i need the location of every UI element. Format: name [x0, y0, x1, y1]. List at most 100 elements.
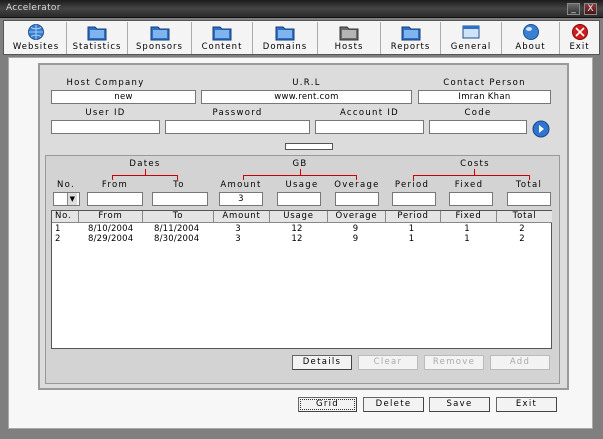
url-field[interactable]: www.rent.com	[201, 90, 412, 104]
cell-row2-overage[interactable]: 9	[328, 234, 383, 245]
toolbar-domains[interactable]: Domains	[253, 22, 318, 54]
usage-label: Usage	[285, 180, 319, 190]
toolbar-websites[interactable]: Websites	[6, 22, 67, 54]
window-title: Accelerator	[6, 3, 61, 13]
host-company-field[interactable]: new	[51, 90, 196, 104]
close-window-button[interactable]: X	[584, 3, 597, 15]
cell-row2-no[interactable]: 2	[55, 234, 61, 245]
from-label: From	[101, 180, 129, 190]
total-field[interactable]	[507, 192, 551, 206]
folder-stats-icon	[87, 26, 107, 41]
user-id-label: User ID	[85, 108, 126, 118]
to-date-field[interactable]	[152, 192, 208, 206]
toolbar-label-exit: Exit	[569, 42, 590, 52]
toolbar-label-sponsors: Sponsors	[136, 42, 183, 52]
cell-row2-usage[interactable]: 12	[272, 234, 322, 245]
col-header-period[interactable]: Period	[386, 211, 441, 223]
toolbar-label-hosts: Hosts	[334, 42, 364, 52]
details-button[interactable]: Details	[292, 355, 352, 370]
code-label: Code	[464, 108, 492, 118]
cell-row2-fixed[interactable]: 1	[441, 234, 493, 245]
save-button[interactable]: Save	[429, 397, 490, 412]
main-toolbar: Websites Statistics Sponsors Content Dom…	[3, 20, 600, 55]
from-date-field[interactable]	[87, 192, 143, 206]
col-header-overage[interactable]: Overage	[328, 211, 386, 223]
folder-content-icon	[212, 26, 232, 41]
col-header-total[interactable]: Total	[497, 211, 552, 223]
period-field[interactable]	[392, 192, 436, 206]
chevron-down-icon[interactable]: ▼	[67, 193, 77, 205]
account-id-label: Account ID	[339, 108, 400, 118]
remove-button[interactable]: Remove	[424, 355, 484, 370]
minimize-button[interactable]: _	[567, 3, 580, 15]
password-label: Password	[212, 108, 263, 118]
dates-group-label: Dates	[129, 159, 161, 169]
amount-field[interactable]: 3	[219, 192, 263, 206]
folder-sponsors-icon	[150, 26, 169, 41]
gb-group-label: GB	[292, 159, 308, 169]
contact-person-field[interactable]: Imran Khan	[418, 90, 551, 104]
costs-group-label: Costs	[460, 159, 490, 169]
total-label: Total	[515, 180, 543, 190]
cell-row2-period[interactable]: 1	[386, 234, 437, 245]
folder-domains-icon	[275, 26, 295, 41]
folder-hosts-icon	[339, 26, 359, 41]
toolbar-hosts[interactable]: Hosts	[318, 22, 381, 54]
delete-button[interactable]: Delete	[363, 397, 424, 412]
fixed-field[interactable]	[449, 192, 493, 206]
contact-person-label: Contact Person	[443, 78, 526, 88]
col-header-fixed[interactable]: Fixed	[441, 211, 497, 223]
progress-indicator	[285, 143, 333, 150]
host-company-label: Host Company	[66, 78, 145, 88]
url-label: U.R.L	[292, 78, 321, 88]
cell-row2-from[interactable]: 8/29/2004	[88, 234, 133, 245]
billing-table[interactable]: No. From To Amount Usage Overage Period …	[51, 210, 552, 349]
toolbar-about[interactable]: About	[502, 22, 560, 54]
toolbar-sponsors[interactable]: Sponsors	[128, 22, 192, 54]
no-select[interactable]: ▼	[53, 192, 80, 206]
toolbar-label-general: General	[450, 42, 492, 52]
globe-icon	[28, 24, 44, 40]
folder-reports-icon	[401, 26, 420, 41]
amount-label: Amount	[220, 180, 262, 190]
toolbar-label-about: About	[515, 42, 546, 52]
no-label: No.	[56, 180, 75, 190]
grid-button[interactable]: Grid	[298, 397, 357, 412]
add-button[interactable]: Add	[490, 355, 550, 370]
account-id-field[interactable]	[315, 120, 424, 134]
col-header-usage[interactable]: Usage	[270, 211, 328, 223]
go-arrow-icon[interactable]	[532, 120, 550, 138]
cell-row2-amount[interactable]: 3	[214, 234, 262, 245]
col-header-amount[interactable]: Amount	[214, 211, 270, 223]
globe-about-icon	[522, 24, 539, 40]
application-window: Accelerator _ X Websites Statistics Spon…	[0, 0, 603, 439]
usage-field[interactable]	[277, 192, 321, 206]
toolbar-label-reports: Reports	[390, 42, 431, 52]
toolbar-content[interactable]: Content	[192, 22, 253, 54]
stop-icon	[571, 24, 588, 40]
toolbar-label-statistics: Statistics	[72, 42, 122, 52]
window-icon	[462, 25, 480, 39]
col-header-to[interactable]: To	[143, 211, 214, 223]
toolbar-label-websites: Websites	[12, 42, 60, 52]
col-header-from[interactable]: From	[79, 211, 143, 223]
col-header-no[interactable]: No.	[52, 211, 79, 223]
fixed-label: Fixed	[454, 180, 484, 190]
to-label: To	[173, 180, 185, 190]
toolbar-label-domains: Domains	[262, 42, 308, 52]
overage-field[interactable]	[335, 192, 379, 206]
clear-button[interactable]: Clear	[358, 355, 418, 370]
toolbar-general[interactable]: General	[441, 22, 502, 54]
title-bar: Accelerator _ X	[0, 0, 603, 18]
password-field[interactable]	[165, 120, 310, 134]
cell-row2-to[interactable]: 8/30/2004	[154, 234, 199, 245]
toolbar-exit[interactable]: Exit	[560, 22, 599, 54]
exit-button[interactable]: Exit	[496, 397, 557, 412]
user-id-field[interactable]	[51, 120, 160, 134]
toolbar-label-content: Content	[201, 42, 243, 52]
cell-row2-total[interactable]: 2	[497, 234, 547, 245]
period-label: Period	[394, 180, 430, 190]
toolbar-statistics[interactable]: Statistics	[67, 22, 128, 54]
code-field[interactable]	[429, 120, 527, 134]
toolbar-reports[interactable]: Reports	[381, 22, 441, 54]
